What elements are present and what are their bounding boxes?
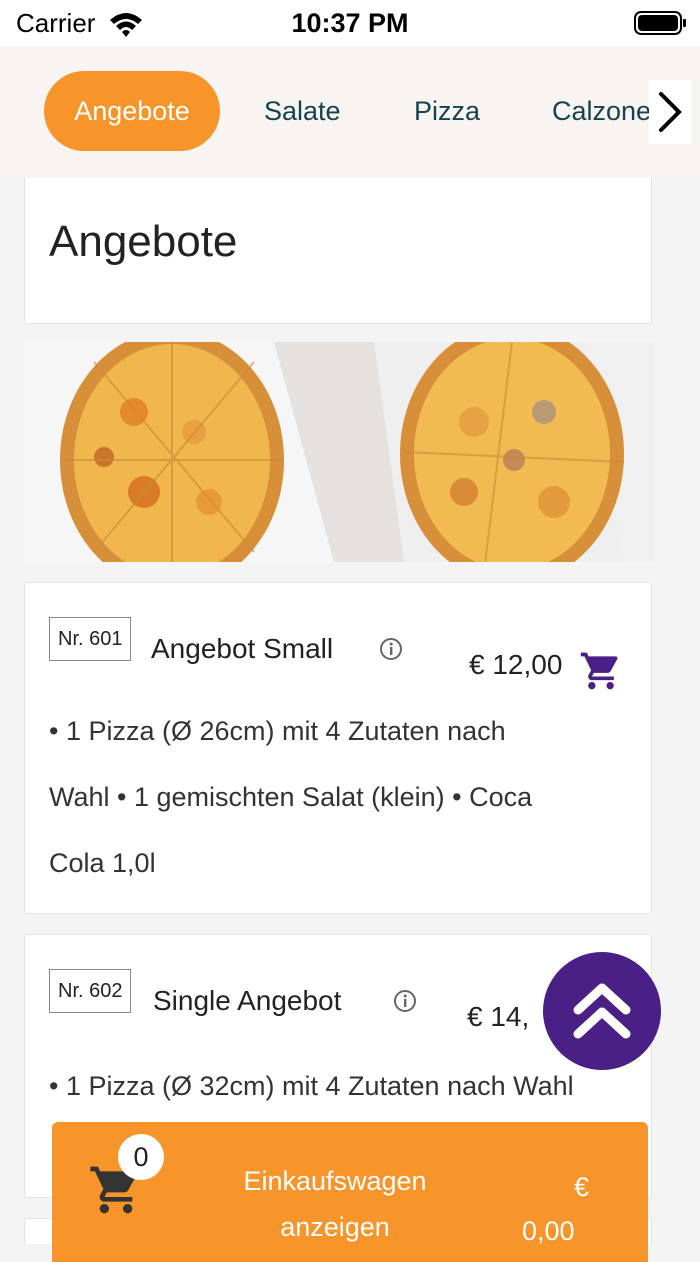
scroll-to-top-button[interactable] xyxy=(543,952,661,1070)
section-title: Angebote xyxy=(49,217,238,266)
menu-content: Angebote Nr. 601 Angebot Small € 12,00 •… xyxy=(0,178,700,1244)
info-icon[interactable] xyxy=(379,637,403,661)
double-chevron-up-icon xyxy=(573,983,631,1039)
category-nav: Angebote Salate Pizza Calzone xyxy=(0,46,700,178)
clock: 10:37 PM xyxy=(291,8,409,38)
cart-total-currency: € xyxy=(574,1172,590,1202)
tab-salate[interactable]: Salate xyxy=(264,71,341,151)
view-cart-label: Einkaufswagen anzeigen xyxy=(202,1158,468,1250)
item-name: Angebot Small xyxy=(151,633,334,664)
offers-banner-image xyxy=(24,342,654,562)
tab-pizza[interactable]: Pizza xyxy=(414,71,480,151)
item-price: € 14, xyxy=(467,1001,530,1032)
next-category-button[interactable] xyxy=(649,80,691,144)
item-price: € 12,00 xyxy=(469,649,563,680)
view-cart-label-line1: Einkaufswagen xyxy=(243,1166,427,1196)
chevron-right-icon xyxy=(659,92,682,132)
cart-count-badge: 0 xyxy=(118,1134,164,1180)
battery-icon xyxy=(634,11,686,35)
cart-total: 0,00 xyxy=(522,1216,575,1246)
item-name: Single Angebot xyxy=(153,985,342,1016)
item-description-line: Wahl • 1 gemischten Salat (klein) • Coca xyxy=(49,782,533,812)
item-description-line: Cola 1,0l xyxy=(49,848,156,878)
tab-calzone[interactable]: Calzone xyxy=(552,71,651,151)
item-number: Nr. 601 xyxy=(49,617,132,661)
info-icon[interactable] xyxy=(393,989,417,1013)
view-cart-button[interactable]: 0 Einkaufswagen anzeigen € 0,00 xyxy=(52,1122,648,1262)
tab-angebote[interactable]: Angebote xyxy=(44,71,220,151)
status-bar: Carrier 10:37 PM xyxy=(0,0,700,46)
item-description-line: • 1 Pizza (Ø 26cm) mit 4 Zutaten nach xyxy=(49,716,506,746)
item-number: Nr. 602 xyxy=(49,969,132,1013)
section-header-card: Angebote xyxy=(24,178,652,324)
menu-item-card[interactable]: Nr. 601 Angebot Small € 12,00 • 1 Pizza … xyxy=(24,582,652,914)
add-to-cart-icon[interactable] xyxy=(579,649,623,693)
view-cart-label-line2: anzeigen xyxy=(280,1212,390,1242)
